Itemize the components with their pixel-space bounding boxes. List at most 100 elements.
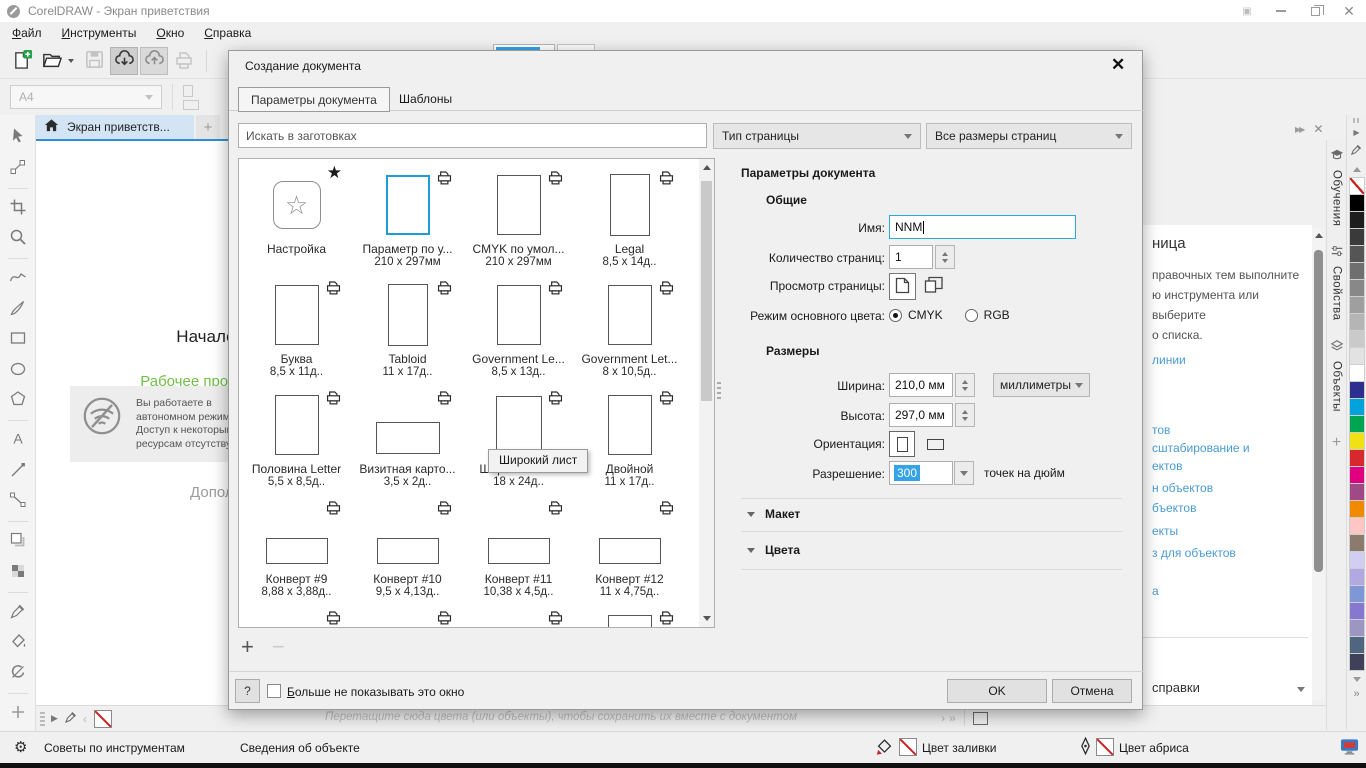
monitor-icon[interactable] xyxy=(1340,738,1359,759)
facing-pages-icon[interactable] xyxy=(924,276,944,297)
docker-help-link[interactable]: ектов xyxy=(1152,459,1182,473)
color-swatch[interactable] xyxy=(1349,500,1365,518)
preset-item[interactable]: Tabloid11 x 17д.. xyxy=(352,277,463,387)
interactive-fill-tool[interactable] xyxy=(5,660,31,685)
page-sizes-combo[interactable]: Все размеры страниц xyxy=(926,123,1132,149)
color-swatch[interactable] xyxy=(1349,228,1365,246)
color-swatch[interactable] xyxy=(1349,483,1365,501)
menu-file[interactable]: Файл xyxy=(2,23,52,43)
page-type-combo[interactable]: Тип страницы xyxy=(713,123,921,149)
preset-thumbnail[interactable] xyxy=(386,175,430,235)
artistic-media-tool[interactable] xyxy=(5,297,31,322)
page-size-combo[interactable]: A4 xyxy=(10,85,162,109)
account-icon[interactable]: ▣ xyxy=(1230,0,1264,22)
palette-grip[interactable] xyxy=(1353,118,1361,123)
new-tab-button[interactable]: + xyxy=(196,115,220,139)
color-swatch[interactable] xyxy=(1349,619,1365,637)
preset-item[interactable]: Конверт #98,88 x 3,88д.. xyxy=(241,497,352,607)
polygon-tool[interactable] xyxy=(5,388,31,413)
preset-thumbnail[interactable] xyxy=(275,395,319,455)
scrollbar-thumb[interactable] xyxy=(1314,250,1323,572)
dialog-close-icon[interactable]: ✕ xyxy=(1111,55,1125,75)
preset-item[interactable]: CMYK по умол...210 x 297мм xyxy=(463,167,574,277)
strip-scroll-left-icon[interactable]: ‹ xyxy=(83,712,87,726)
page-count-stepper[interactable] xyxy=(935,245,955,269)
dont-show-checkbox[interactable] xyxy=(267,684,281,698)
shape-tool[interactable] xyxy=(5,155,31,180)
preset-item[interactable]: Конверт #1110,38 x 4,5д.. xyxy=(463,497,574,607)
docker-help-link[interactable]: а xyxy=(1152,584,1159,598)
color-swatch[interactable] xyxy=(1349,449,1365,467)
docker-tab-learning[interactable]: Обучения xyxy=(1330,148,1344,226)
palette-flyout-icon[interactable]: ▶ xyxy=(1353,128,1359,137)
outline-color-swatch[interactable] xyxy=(1096,738,1114,756)
docker-close-icon[interactable]: ✕ xyxy=(1313,122,1323,136)
line-tool[interactable] xyxy=(5,458,31,483)
color-swatch[interactable] xyxy=(1349,398,1365,416)
color-swatch[interactable] xyxy=(1349,602,1365,620)
preset-thumbnail[interactable] xyxy=(496,396,542,454)
open-dropdown-icon[interactable] xyxy=(68,59,74,63)
color-swatch[interactable] xyxy=(1349,211,1365,229)
add-preset-button[interactable]: + xyxy=(241,634,254,660)
color-swatch[interactable] xyxy=(1349,585,1365,603)
docker-help-link[interactable]: н объектов xyxy=(1152,481,1213,495)
text-tool[interactable]: A xyxy=(5,428,31,453)
no-color-swatch[interactable] xyxy=(1349,177,1365,195)
gear-icon[interactable]: ⚙ xyxy=(14,738,27,756)
docker-scrollbar[interactable] xyxy=(1312,228,1325,700)
strip-scroll-right-icon[interactable]: › xyxy=(941,711,945,725)
palette-eyedropper-icon[interactable] xyxy=(1350,143,1363,159)
preset-thumbnail[interactable] xyxy=(377,538,439,564)
preset-thumbnail[interactable] xyxy=(488,538,550,564)
color-swatch[interactable] xyxy=(1349,432,1365,450)
strip-flyout-icon[interactable]: ▶ xyxy=(51,713,58,724)
freehand-tool[interactable] xyxy=(5,266,31,291)
palette-expand-icon[interactable]: » xyxy=(1353,688,1359,700)
preset-item[interactable]: Половина Letter5,5 x 8,5д.. xyxy=(241,387,352,497)
preset-item-partial[interactable] xyxy=(574,607,685,628)
preset-item[interactable]: Параметр по у...210 x 297мм xyxy=(352,167,463,277)
palette-scroll-down-icon[interactable] xyxy=(1353,677,1361,682)
page-target-icon[interactable] xyxy=(973,712,988,725)
color-swatch[interactable] xyxy=(1349,279,1365,297)
zoom-tool[interactable] xyxy=(5,226,31,251)
docker-tab-objects[interactable]: Объекты xyxy=(1330,339,1344,412)
cmyk-radio[interactable] xyxy=(889,309,902,322)
pick-tool[interactable] xyxy=(5,125,31,150)
color-swatch[interactable] xyxy=(1349,364,1365,382)
tab-welcome-screen[interactable]: Экран приветств... xyxy=(36,115,194,139)
restore-button[interactable] xyxy=(1298,0,1332,22)
height-input[interactable]: 297,0 мм xyxy=(889,403,953,427)
preset-item[interactable]: Government Le...8,5 x 13д.. xyxy=(463,277,574,387)
height-stepper[interactable] xyxy=(955,403,975,427)
color-swatch[interactable] xyxy=(1349,245,1365,263)
preset-item[interactable]: Визитная карто...3,5 x 2д.. xyxy=(352,387,463,497)
preset-item[interactable]: ☆★Настройка xyxy=(241,167,352,277)
tab-templates[interactable]: Шаблоны xyxy=(387,87,464,111)
preset-thumbnail[interactable] xyxy=(388,284,428,346)
rectangle-tool[interactable] xyxy=(5,327,31,352)
preset-item-partial[interactable] xyxy=(352,607,463,628)
connector-tool[interactable] xyxy=(5,489,31,514)
panel-splitter[interactable] xyxy=(717,381,721,399)
docker-tab-properties[interactable]: Свойства xyxy=(1330,244,1344,321)
docker-help-resources[interactable]: справки xyxy=(1152,680,1200,695)
landscape-icon[interactable] xyxy=(927,439,944,450)
docker-collapse-icon[interactable]: ▶▶ xyxy=(1295,125,1303,134)
page-count-input[interactable]: 1 xyxy=(889,245,933,269)
color-swatch[interactable] xyxy=(1349,381,1365,399)
remove-preset-button[interactable]: − xyxy=(272,634,285,660)
strip-grip[interactable] xyxy=(40,712,45,726)
single-page-view-button[interactable] xyxy=(889,273,916,300)
preset-thumbnail[interactable] xyxy=(497,285,541,345)
preset-thumbnail[interactable] xyxy=(599,538,661,564)
close-button[interactable]: ✕ xyxy=(1332,0,1366,22)
color-swatch[interactable] xyxy=(1349,551,1365,569)
cancel-button[interactable]: Отмена xyxy=(1052,679,1132,703)
scroll-up-icon[interactable] xyxy=(703,165,711,170)
color-swatch[interactable] xyxy=(1349,466,1365,484)
search-presets-input[interactable]: Искать в заготовках xyxy=(238,123,707,148)
drop-shadow-tool[interactable] xyxy=(5,529,31,554)
layout-section-header[interactable]: Макет xyxy=(747,507,800,521)
